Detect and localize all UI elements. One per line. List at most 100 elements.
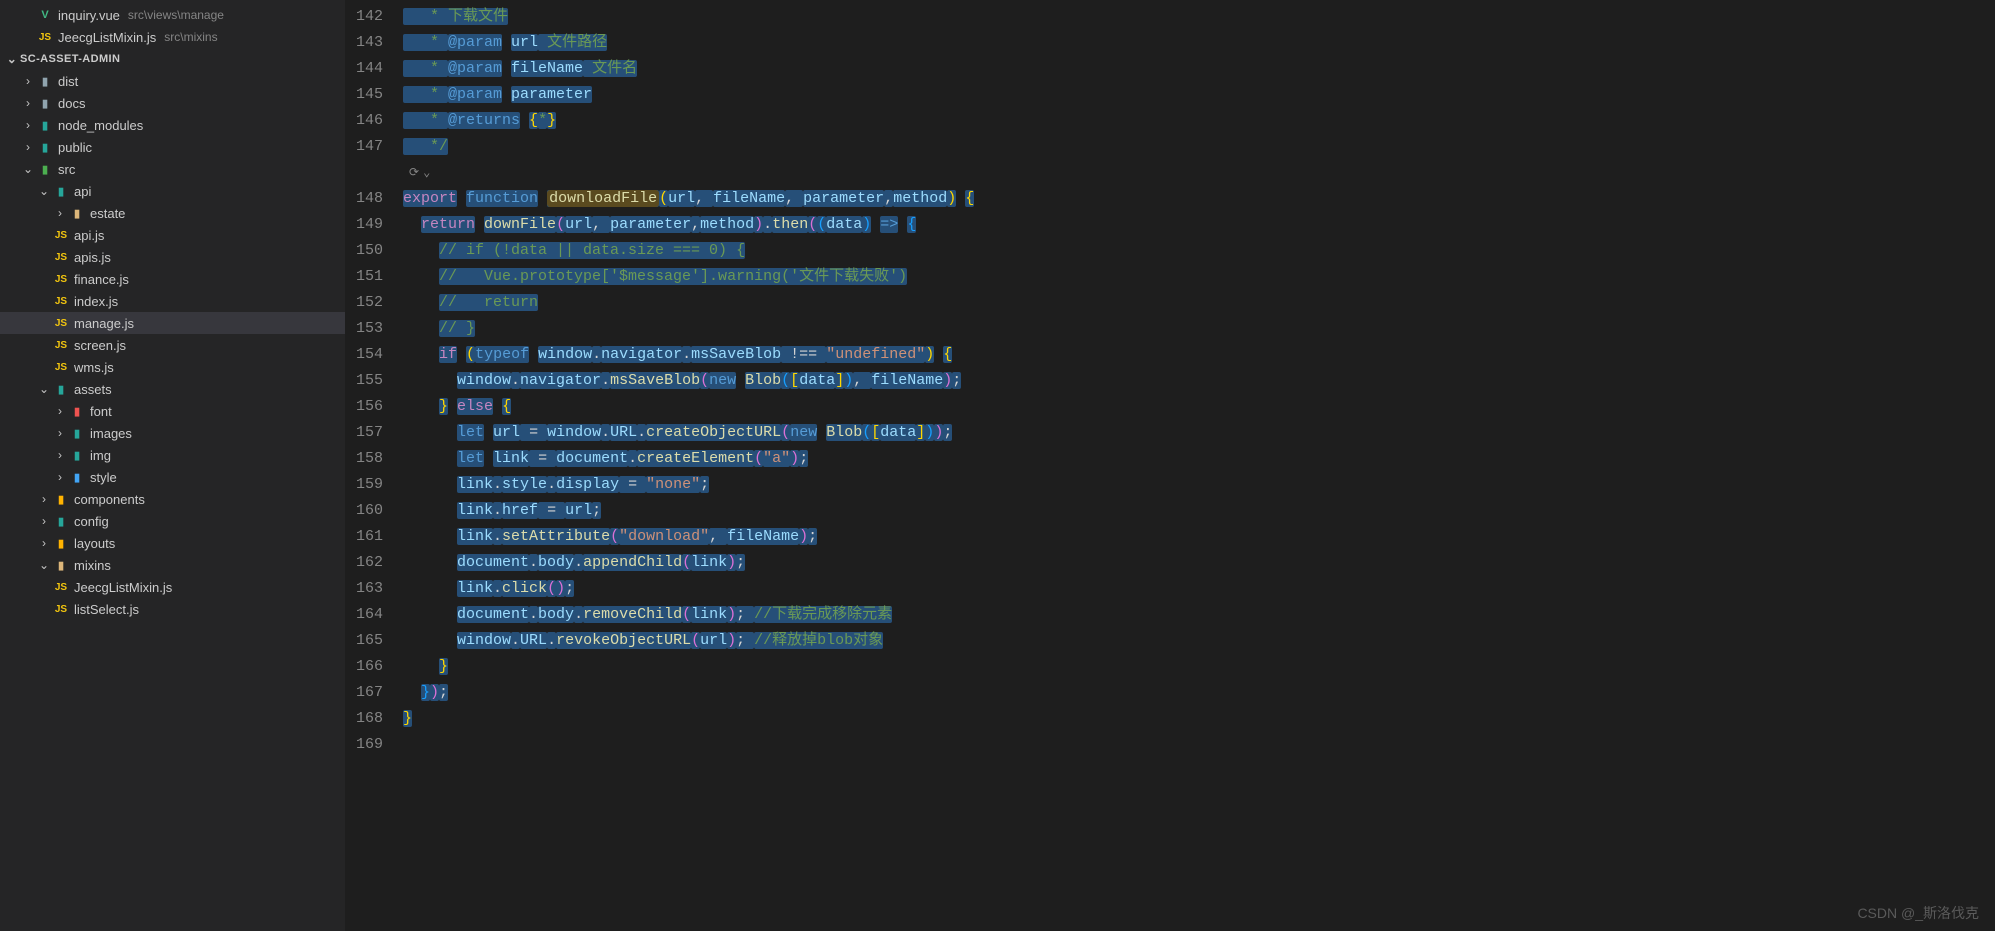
js-icon: JS <box>52 315 70 331</box>
js-icon: JS <box>52 601 70 617</box>
file-label: wms.js <box>74 360 114 375</box>
project-name: SC-ASSET-ADMIN <box>20 53 120 65</box>
code-line[interactable]: 150 // if (!data || data.size === 0) { <box>345 238 1995 264</box>
code-line[interactable]: 143 * @param url 文件路径 <box>345 30 1995 56</box>
code-line[interactable]: 162 document.body.appendChild(link); <box>345 550 1995 576</box>
vertical-scrollbar[interactable] <box>1981 0 1995 931</box>
file-path: src\mixins <box>164 30 217 44</box>
chevron-right-icon <box>20 140 36 154</box>
line-number: 163 <box>345 576 403 602</box>
js-icon: JS <box>52 227 70 243</box>
line-number: 149 <box>345 212 403 238</box>
file-index-js[interactable]: JS index.js <box>0 290 345 312</box>
file-finance-js[interactable]: JS finance.js <box>0 268 345 290</box>
code-line[interactable]: 163 link.click(); <box>345 576 1995 602</box>
folder-img[interactable]: ▮ img <box>0 444 345 466</box>
folder-label: mixins <box>74 558 111 573</box>
code-line[interactable]: 169 <box>345 732 1995 758</box>
folder-components[interactable]: ▮ components <box>0 488 345 510</box>
file-listselect[interactable]: JS listSelect.js <box>0 598 345 620</box>
code-line[interactable]: 168} <box>345 706 1995 732</box>
code-line[interactable]: 148export function downloadFile(url, fil… <box>345 186 1995 212</box>
file-path: src\views\manage <box>128 8 224 22</box>
code-content: * 下载文件 <box>403 4 508 30</box>
file-label: manage.js <box>74 316 134 331</box>
code-content: let link = document.createElement("a"); <box>403 446 808 472</box>
code-line[interactable]: 161 link.setAttribute("download", fileNa… <box>345 524 1995 550</box>
code-line[interactable]: 151 // Vue.prototype['$message'].warning… <box>345 264 1995 290</box>
folder-label: img <box>90 448 111 463</box>
code-line[interactable]: 158 let link = document.createElement("a… <box>345 446 1995 472</box>
code-line[interactable]: 165 window.URL.revokeObjectURL(url); //释… <box>345 628 1995 654</box>
line-number: 168 <box>345 706 403 732</box>
folder-dist[interactable]: ▮ dist <box>0 70 345 92</box>
line-number: 162 <box>345 550 403 576</box>
code-line[interactable]: 157 let url = window.URL.createObjectURL… <box>345 420 1995 446</box>
code-area[interactable]: 142 * 下载文件143 * @param url 文件路径144 * @pa… <box>345 0 1995 931</box>
code-line[interactable]: 154 if (typeof window.navigator.msSaveBl… <box>345 342 1995 368</box>
components-icon: ▮ <box>52 491 70 507</box>
chevron-right-icon <box>52 206 68 220</box>
code-content: * @param url 文件路径 <box>403 30 607 56</box>
folder-assets[interactable]: ▮ assets <box>0 378 345 400</box>
style-icon: ▮ <box>68 469 86 485</box>
code-line[interactable]: 164 document.body.removeChild(link); //下… <box>345 602 1995 628</box>
folder-layouts[interactable]: ▮ layouts <box>0 532 345 554</box>
line-number: 150 <box>345 238 403 264</box>
folder-estate[interactable]: ▮ estate <box>0 202 345 224</box>
line-number: 165 <box>345 628 403 654</box>
app-root: V inquiry.vue src\views\manage JS JeecgL… <box>0 0 1995 931</box>
folder-style[interactable]: ▮ style <box>0 466 345 488</box>
file-screen-js[interactable]: JS screen.js <box>0 334 345 356</box>
chevron-right-icon <box>20 118 36 132</box>
folder-config[interactable]: ▮ config <box>0 510 345 532</box>
folder-images[interactable]: ▮ images <box>0 422 345 444</box>
code-line[interactable]: 155 window.navigator.msSaveBlob(new Blob… <box>345 368 1995 394</box>
open-editor-inquiry[interactable]: V inquiry.vue src\views\manage <box>0 4 345 26</box>
folder-api[interactable]: ▮ api <box>0 180 345 202</box>
code-content: link.setAttribute("download", fileName); <box>403 524 817 550</box>
line-number: 145 <box>345 82 403 108</box>
file-label: apis.js <box>74 250 111 265</box>
code-line[interactable]: 159 link.style.display = "none"; <box>345 472 1995 498</box>
code-line[interactable]: 160 link.href = url; <box>345 498 1995 524</box>
folder-src[interactable]: ▮ src <box>0 158 345 180</box>
folder-label: node_modules <box>58 118 143 133</box>
chevron-right-icon <box>52 448 68 462</box>
folder-public[interactable]: ▮ public <box>0 136 345 158</box>
config-icon: ▮ <box>52 513 70 529</box>
project-header[interactable]: SC-ASSET-ADMIN <box>0 48 345 70</box>
file-manage-js[interactable]: JS manage.js <box>0 312 345 334</box>
code-line[interactable]: 147 */ <box>345 134 1995 160</box>
file-apis-js[interactable]: JS apis.js <box>0 246 345 268</box>
editor-pane: 142 * 下载文件143 * @param url 文件路径144 * @pa… <box>345 0 1995 931</box>
folder-mixins[interactable]: ▮ mixins <box>0 554 345 576</box>
code-line[interactable]: 144 * @param fileName 文件名 <box>345 56 1995 82</box>
file-jeecg-mixin[interactable]: JS JeecgListMixin.js <box>0 576 345 598</box>
file-api-js[interactable]: JS api.js <box>0 224 345 246</box>
code-line[interactable]: 145 * @param parameter <box>345 82 1995 108</box>
fold-region-toggle[interactable]: ⟳⌄ <box>345 160 1995 186</box>
code-line[interactable]: 152 // return <box>345 290 1995 316</box>
folder-font[interactable]: ▮ font <box>0 400 345 422</box>
code-line[interactable]: 166 } <box>345 654 1995 680</box>
code-content: // Vue.prototype['$message'].warning('文件… <box>403 264 907 290</box>
open-editor-jeecg[interactable]: JS JeecgListMixin.js src\mixins <box>0 26 345 48</box>
code-content: */ <box>403 134 448 160</box>
code-line[interactable]: 153 // } <box>345 316 1995 342</box>
code-line[interactable]: 156 } else { <box>345 394 1995 420</box>
folder-node-modules[interactable]: ▮ node_modules <box>0 114 345 136</box>
folder-label: components <box>74 492 145 507</box>
folder-docs[interactable]: ▮ docs <box>0 92 345 114</box>
code-line[interactable]: 149 return downFile(url, parameter,metho… <box>345 212 1995 238</box>
code-line[interactable]: 146 * @returns {*} <box>345 108 1995 134</box>
code-content: // if (!data || data.size === 0) { <box>403 238 745 264</box>
line-number: 152 <box>345 290 403 316</box>
code-line[interactable]: 142 * 下载文件 <box>345 4 1995 30</box>
file-wms-js[interactable]: JS wms.js <box>0 356 345 378</box>
line-number: 144 <box>345 56 403 82</box>
folder-label: images <box>90 426 132 441</box>
code-content: } else { <box>403 394 511 420</box>
img-icon: ▮ <box>68 447 86 463</box>
code-line[interactable]: 167 }); <box>345 680 1995 706</box>
